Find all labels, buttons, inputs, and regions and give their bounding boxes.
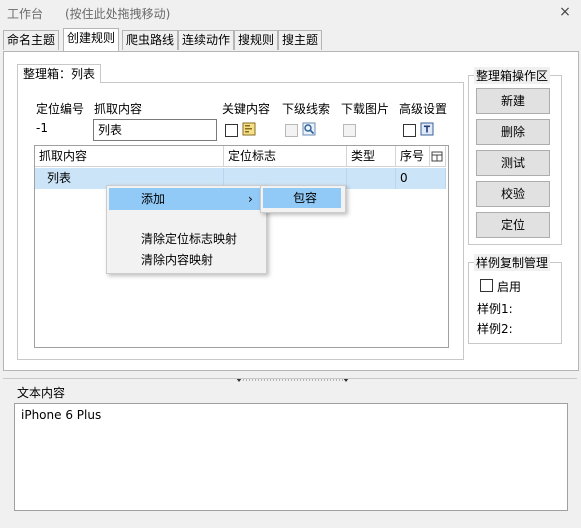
tab-search-rule[interactable]: 搜规则 [234,30,279,50]
menu-item-add-label: 添加 [141,192,166,206]
drag-hint[interactable]: (按住此处拖拽移动) [65,5,170,22]
text-content-area[interactable]: iPhone 6 Plus [14,403,568,511]
keyword-checkbox[interactable] [225,124,238,137]
position-no-label: 定位编号 [36,102,85,116]
tab-create-rule[interactable]: 创建规则 [63,28,120,51]
sample2-label: 样例2: [477,322,513,336]
test-button[interactable]: 测试 [476,150,550,176]
position-no-value: -1 [36,121,48,135]
box-tab[interactable]: 整理箱：列表 [17,64,102,83]
content-input[interactable]: 列表 [93,119,217,141]
download-image-checkbox[interactable] [343,124,356,137]
new-button[interactable]: 新建 [476,88,550,114]
sub-clue-checkbox[interactable] [285,124,298,137]
submenu-arrow-icon: › [248,192,253,206]
menu-item-clear-content-map[interactable]: 清除内容映射 [109,249,262,271]
title-bar[interactable]: 工作台 (按住此处拖拽移动) × [0,0,581,26]
context-menu: 添加 › 清除定位标志映射 清除内容映射 [106,185,267,274]
column-header-content[interactable]: 抓取内容 [35,146,224,167]
text-content-label: 文本内容 [17,386,66,400]
tab-name-theme[interactable]: 命名主题 [3,30,60,50]
download-image-label: 下载图片 [341,102,390,116]
submenu-item-contain[interactable]: 包容 [263,188,341,208]
sub-clue-label: 下级线索 [282,102,331,116]
window-title: 工作台 [7,7,44,21]
column-header-marker[interactable]: 定位标志 [224,146,347,167]
table-cell-seq: 0 [396,168,446,189]
keyword-label: 关键内容 [222,102,271,116]
column-header-seq[interactable]: 序号 [396,146,430,167]
ops-group-title: 整理箱操作区 [474,67,551,84]
divider [3,378,577,379]
tab-search-theme[interactable]: 搜主题 [278,30,323,50]
advanced-settings-icon[interactable] [420,122,434,136]
sample1-label: 样例1: [477,302,513,316]
keyword-settings-icon[interactable] [242,122,256,136]
advanced-settings-checkbox[interactable] [403,124,416,137]
validate-button[interactable]: 校验 [476,181,550,207]
tab-crawler-route[interactable]: 爬虫路线 [122,30,179,50]
submenu: 包容 [260,185,346,213]
delete-button[interactable]: 删除 [476,119,550,145]
column-header-type[interactable]: 类型 [347,146,396,167]
tab-continuous-action[interactable]: 连续动作 [178,30,235,50]
sample-group-title: 样例复制管理 [474,254,551,271]
close-button[interactable]: × [555,3,575,21]
enable-checkbox[interactable] [480,279,493,292]
locate-button[interactable]: 定位 [476,212,550,238]
column-chooser-icon[interactable] [430,146,446,167]
content-label: 抓取内容 [94,102,143,116]
menu-item-clear-marker-map[interactable]: 清除定位标志映射 [109,228,262,250]
menu-item-add[interactable]: 添加 › [109,188,262,210]
advanced-settings-label: 高级设置 [399,102,448,116]
sub-clue-search-icon[interactable] [302,122,316,136]
enable-label: 启用 [497,280,522,294]
table-cell-type [347,168,396,189]
